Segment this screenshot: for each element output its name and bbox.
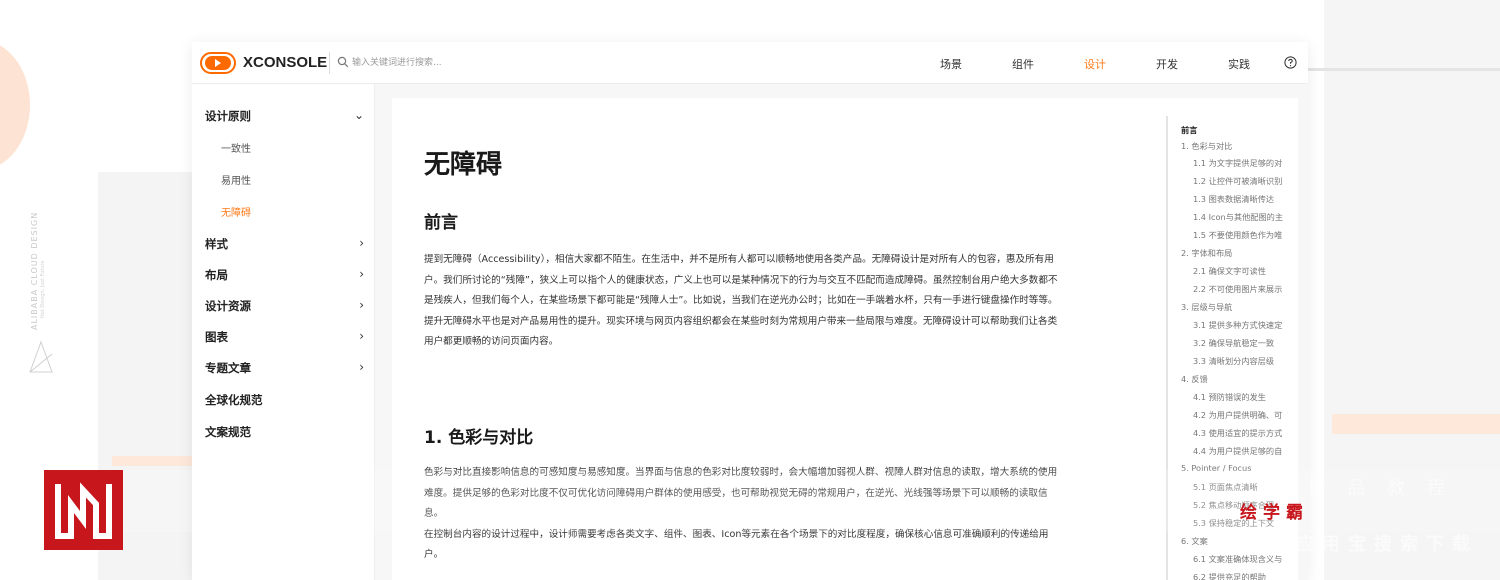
toc-item[interactable]: 1.2 让控件可被清晰识别 — [1193, 175, 1282, 187]
paragraph-line: 提升无障碍水平也是对产品易用性的提升。现实环境与网页内容组织都会在某些时刻为常规… — [424, 315, 1058, 327]
sidebar-item-globalization[interactable]: 全球化规范 — [205, 392, 364, 412]
help-circle-icon[interactable] — [1284, 56, 1297, 69]
toc-item[interactable]: 2. 字体和布局 — [1181, 247, 1232, 259]
toc-item[interactable]: 5. Pointer / Focus — [1181, 463, 1252, 473]
sidebar-item-label: 全球化规范 — [205, 393, 263, 407]
toc-item[interactable]: 3.3 清晰划分内容层级 — [1193, 355, 1274, 367]
watermark-text: 费 精 品 教 程 — [1268, 478, 1453, 499]
sidebar-item-label: 布局 — [205, 268, 228, 282]
watermark-logo-icon — [55, 482, 112, 539]
chevron-right-icon: › — [359, 329, 364, 343]
section-heading-color-contrast: 1. 色彩与对比 — [424, 428, 534, 448]
sidebar-item-label: 专题文章 — [205, 361, 251, 375]
paragraph-line: 在控制台内容的设计过程中，设计师需要考虑各类文字、组件、图表、Icon等元素在各… — [424, 528, 1049, 540]
content-card: 无障碍 前言 提到无障碍（Accessibility），相信大家都不陌生。在生活… — [392, 98, 1298, 580]
sidebar-subitem-consistency[interactable]: 一致性 — [221, 140, 251, 155]
paragraph-line: 户。 — [424, 549, 444, 560]
nav-design[interactable]: 设计 — [1084, 56, 1106, 72]
paragraph-line: 难度。提供足够的色彩对比度不仅可优化访问障碍用户群体的使用感受，也可帮助视觉无碍… — [424, 487, 1048, 499]
toc-item[interactable]: 6.1 文案准确体现含义与 — [1193, 553, 1282, 565]
sidebar-item-label: 样式 — [205, 237, 228, 251]
toc-item[interactable]: 1. 色彩与对比 — [1181, 140, 1232, 152]
backdrop-stripe — [1332, 414, 1500, 434]
chevron-right-icon: › — [359, 298, 364, 312]
paragraph-line: 是残疾人，但我们每个人，在某些场景下都可能是“残障人士”。比如说，当我们在逆光办… — [424, 295, 1058, 306]
xconsole-logo-icon — [200, 52, 236, 74]
brand-mark-icon — [29, 340, 53, 373]
toc-item[interactable]: 1.1 为文字提供足够的对 — [1193, 157, 1282, 169]
sidebar-item-design-resources[interactable]: 设计资源 › — [205, 298, 364, 318]
chevron-right-icon: › — [359, 267, 364, 281]
toc-item[interactable]: 4. 反馈 — [1181, 373, 1208, 385]
paragraph-line: 户。我们所讨论的“残障”，狭义上可以指个人的健康状态，广义上也可以是某种情况下的… — [424, 274, 1058, 286]
sidebar-subitem-usability[interactable]: 易用性 — [221, 172, 251, 187]
nav-practice[interactable]: 实践 — [1228, 56, 1250, 72]
toc-item[interactable]: 1.5 不要使用颜色作为唯 — [1193, 229, 1282, 241]
chevron-down-icon: ⌄ — [353, 108, 364, 122]
sidebar-item-articles[interactable]: 专题文章 › — [205, 360, 364, 380]
brand-tagline: Not Design, Just Future — [40, 260, 46, 318]
sidebar-item-label: 设计资源 — [205, 299, 251, 313]
toc-item[interactable]: 前言 — [1181, 124, 1197, 136]
search-icon — [337, 56, 349, 68]
toc-item[interactable]: 4.1 预防错误的发生 — [1193, 391, 1266, 403]
paragraph-line: 提到无障碍（Accessibility），相信大家都不陌生。在生活中，并不是所有… — [424, 254, 1054, 265]
search-input[interactable] — [352, 54, 652, 72]
sidebar-subitem-accessibility[interactable]: 无障碍 — [221, 204, 251, 219]
toc-item[interactable]: 2.1 确保文字可读性 — [1193, 265, 1266, 277]
watermark-brand: 绘学霸 — [1240, 503, 1309, 523]
divider — [329, 52, 330, 74]
chevron-right-icon: › — [359, 360, 364, 374]
sidebar-item-charts[interactable]: 图表 › — [205, 329, 364, 349]
backdrop-rule — [1308, 68, 1500, 71]
paragraph-color-contrast: 色彩与对比直接影响信息的可感知度与易感知度。当界面与信息的色彩对比度较弱时，会大… — [424, 463, 1152, 566]
toc-item[interactable]: 3. 层级与导航 — [1181, 301, 1232, 313]
backdrop-circle — [0, 40, 30, 170]
toc-item[interactable]: 6. 文案 — [1181, 535, 1208, 547]
paragraph-line: 用户都更顺畅的访问页面内容。 — [424, 336, 559, 347]
sidebar-item-label: 文案规范 — [205, 425, 251, 439]
sidebar-item-layout[interactable]: 布局 › — [205, 267, 364, 287]
sidebar: 设计原则 ⌄ 一致性 易用性 无障碍 样式 › 布局 › 设计资源 › 图表 ›… — [192, 84, 375, 580]
nav-components[interactable]: 组件 — [1012, 56, 1034, 72]
toc-item[interactable]: 2.2 不可使用图片来展示 — [1193, 283, 1282, 295]
toc-item[interactable]: 3.1 提供多种方式快速定 — [1193, 319, 1282, 331]
sidebar-item-styles[interactable]: 样式 › — [205, 236, 364, 256]
toc-item[interactable]: 4.4 为用户提供足够的自 — [1193, 445, 1282, 457]
backdrop-stripe — [112, 456, 202, 466]
brand-caption: ALIBABA CLOUD DESIGN — [30, 211, 39, 330]
section-heading-preface: 前言 — [424, 213, 458, 233]
toc-item[interactable]: 1.4 Icon与其他配图的主 — [1193, 211, 1283, 223]
toc-item[interactable]: 4.3 使用适宜的提示方式 — [1193, 427, 1282, 439]
chevron-right-icon: › — [359, 236, 364, 250]
sidebar-group-design-principles[interactable]: 设计原则 ⌄ — [205, 108, 364, 128]
sidebar-item-copywriting[interactable]: 文案规范 — [205, 424, 364, 444]
toc-item[interactable]: 3.2 确保导航稳定一致 — [1193, 337, 1274, 349]
app-window: XCONSOLE 场景 组件 设计 开发 实践 设计原则 ⌄ 一致性 易用性 无… — [192, 42, 1308, 580]
watermark-logo — [44, 470, 123, 550]
toc-item[interactable]: 5.1 页面焦点清晰 — [1193, 481, 1258, 493]
page-title: 无障碍 — [424, 150, 503, 180]
app-logo-text[interactable]: XCONSOLE — [243, 54, 327, 71]
nav-scenes[interactable]: 场景 — [940, 56, 962, 72]
paragraph-line: 息。 — [424, 508, 444, 519]
toc-item[interactable]: 4.2 为用户提供明确、可 — [1193, 409, 1282, 421]
toc-item[interactable]: 6.2 提供充足的帮助 — [1193, 571, 1266, 580]
top-navbar: XCONSOLE 场景 组件 设计 开发 实践 — [192, 42, 1308, 84]
watermark-text: 应用宝搜索下载 — [1296, 534, 1478, 555]
toc-item[interactable]: 1.3 图表数据清晰传达 — [1193, 193, 1274, 205]
paragraph-preface: 提到无障碍（Accessibility），相信大家都不陌生。在生活中，并不是所有… — [424, 250, 1152, 353]
sidebar-item-label: 图表 — [205, 330, 228, 344]
paragraph-line: 色彩与对比直接影响信息的可感知度与易感知度。当界面与信息的色彩对比度较弱时，会大… — [424, 467, 1058, 478]
nav-develop[interactable]: 开发 — [1156, 56, 1178, 72]
sidebar-group-label: 设计原则 — [205, 109, 251, 123]
